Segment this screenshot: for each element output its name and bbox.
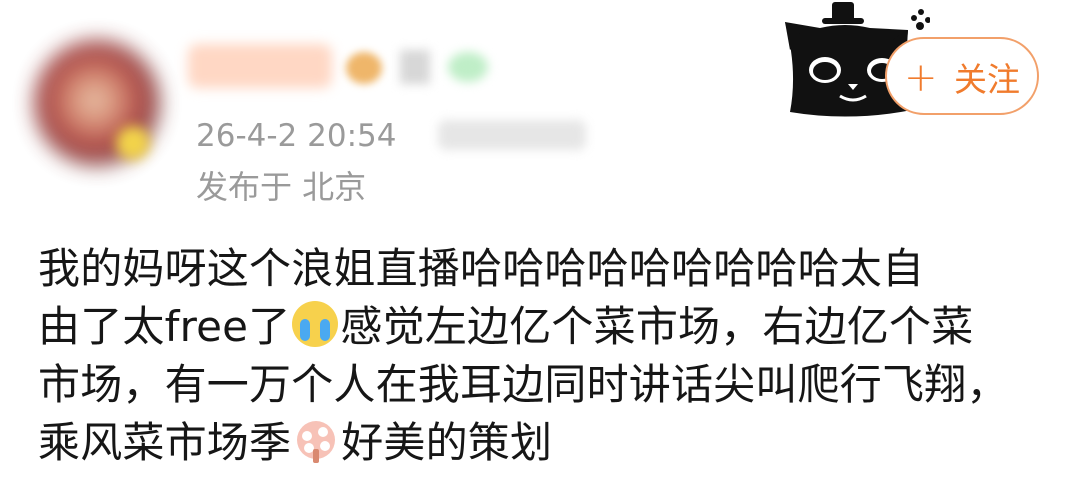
post-line-4: 乘风菜市场季 好美的策划 [38, 414, 1050, 472]
fan-blossom-icon [297, 421, 336, 463]
follow-button[interactable]: + 关注 [885, 37, 1039, 115]
username-blurred[interactable] [188, 44, 332, 88]
verified-badge [116, 126, 150, 160]
post-line-4-after: 好美的策划 [341, 418, 553, 467]
post-text: 我的妈呀这个浪姐直播哈哈哈哈哈哈哈哈哈太自 由了太free了 感觉左边亿个菜市场，… [38, 240, 1050, 472]
post-line-2: 由了太free了 感觉左边亿个菜市场，右边亿个菜 [38, 298, 1050, 356]
post-line-2-before: 由了太free了 [38, 302, 291, 351]
post-location: 发布于 北京 [196, 168, 367, 206]
device-info-blurred [438, 120, 586, 150]
vip-badge-icon [400, 50, 430, 84]
post-line-2-after: 感觉左边亿个菜市场，右边亿个菜 [340, 302, 974, 351]
post-timestamp: 26-4-2 20:54 [196, 118, 397, 154]
post-line-4-before: 乘风菜市场季 [38, 418, 292, 467]
heart-badge-icon [448, 52, 488, 82]
post-line-3: 市场，有一万个人在我耳边同时讲话尖叫爬行飞翔， [38, 360, 1009, 409]
plus-icon: + [903, 55, 938, 101]
follow-label: 关注 [954, 60, 1020, 99]
level-badge-icon [346, 52, 382, 84]
post-line-1: 我的妈呀这个浪姐直播哈哈哈哈哈哈哈哈哈太自 [38, 244, 925, 293]
crying-face-icon [292, 301, 339, 347]
